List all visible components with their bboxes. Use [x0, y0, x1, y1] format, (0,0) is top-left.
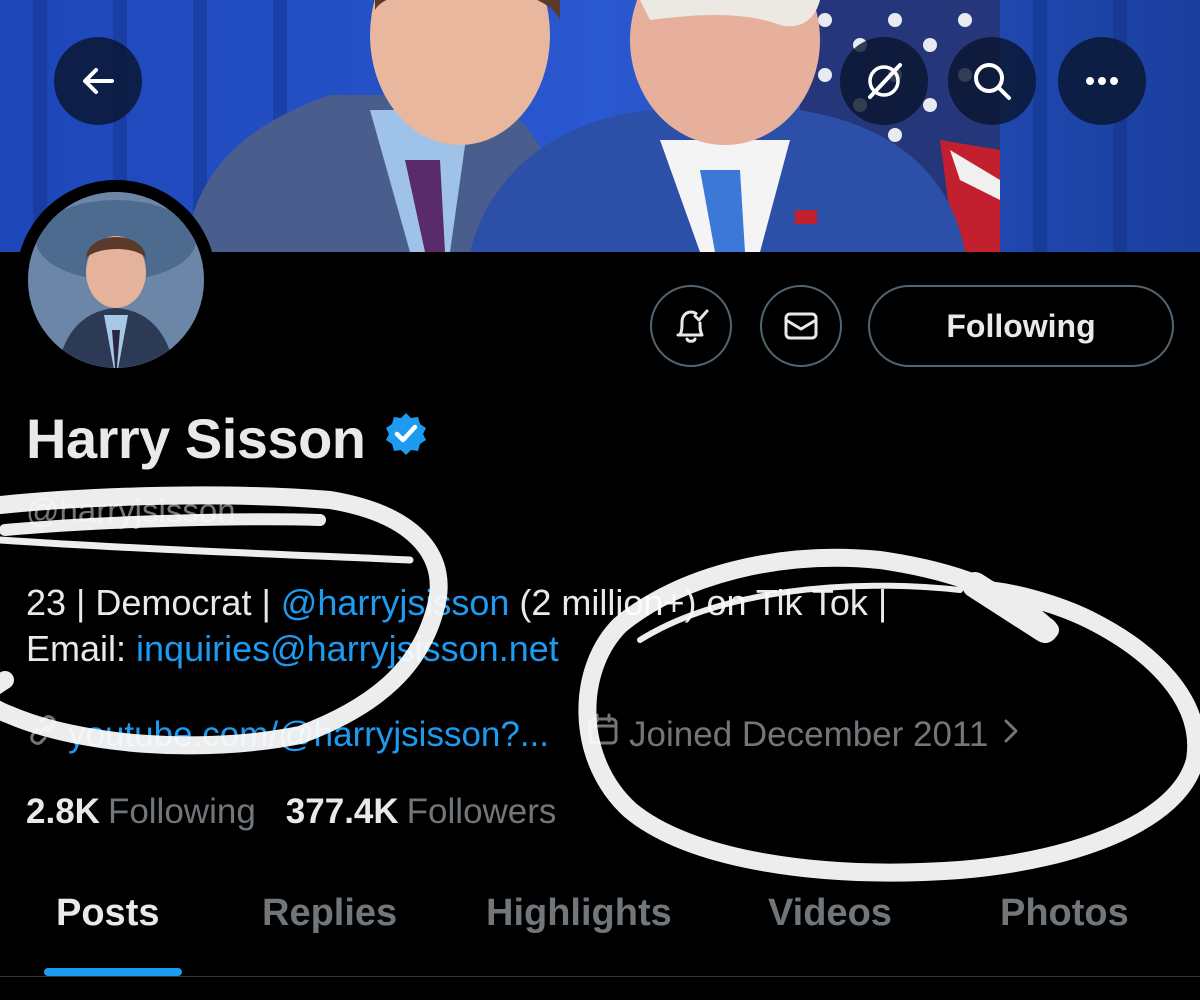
tab-photos[interactable]: Photos — [1000, 892, 1129, 935]
tab-posts[interactable]: Posts — [56, 892, 159, 935]
bio-email-link[interactable]: inquiries@harryjsisson.net — [136, 628, 559, 669]
website-link[interactable]: youtube.com/@harryjsisson?... — [68, 715, 549, 755]
profile-tabs: Posts Replies Highlights Videos Photos — [0, 868, 1200, 976]
display-name: Harry Sisson — [26, 407, 366, 470]
arrow-left-icon — [83, 68, 114, 94]
bio-text: (2 million+) on Tik Tok | — [509, 582, 888, 623]
chevron-right-icon — [1000, 715, 1022, 755]
verified-badge-icon[interactable] — [382, 406, 430, 471]
joined-date[interactable]: Joined December 2011 — [585, 712, 1022, 757]
profile-meta: youtube.com/@harryjsisson?... Joined Dec… — [26, 712, 1022, 757]
tab-replies[interactable]: Replies — [262, 892, 397, 935]
followers-stat[interactable]: 377.4K Followers — [286, 792, 557, 832]
following-label: Following — [107, 792, 256, 831]
calendar-icon — [585, 712, 621, 757]
link-icon — [26, 713, 60, 756]
bio-email-label: Email: — [26, 628, 137, 669]
active-tab-indicator — [44, 968, 182, 976]
profile-avatar[interactable] — [16, 180, 216, 380]
envelope-icon — [784, 312, 818, 340]
back-button[interactable] — [54, 37, 142, 125]
joined-text: Joined December 2011 — [629, 714, 989, 754]
more-options-button[interactable] — [1058, 37, 1146, 125]
following-count: 2.8K — [26, 792, 100, 831]
message-button[interactable] — [760, 285, 842, 367]
followers-label: Followers — [406, 792, 557, 831]
tabs-divider — [0, 976, 1200, 977]
tab-videos[interactable]: Videos — [768, 892, 892, 935]
notifications-button[interactable] — [650, 285, 732, 367]
bio-text: 23 | Democrat | — [26, 582, 281, 623]
avatar-photo — [16, 180, 216, 380]
more-horizontal-icon — [1086, 77, 1118, 85]
bio-line-1: 23 | Democrat | @harryjsisson (2 million… — [26, 580, 887, 626]
grok-button[interactable] — [840, 37, 928, 125]
bio-mention-link[interactable]: @harryjsisson — [281, 582, 510, 623]
profile-bio: 23 | Democrat | @harryjsisson (2 million… — [26, 580, 887, 672]
tab-highlights[interactable]: Highlights — [486, 892, 672, 935]
follow-stats: 2.8K Following 377.4K Followers — [26, 792, 586, 832]
bell-check-icon — [676, 309, 709, 343]
following-stat[interactable]: 2.8K Following — [26, 792, 256, 832]
grok-icon — [868, 63, 902, 99]
search-button[interactable] — [948, 37, 1036, 125]
followers-count: 377.4K — [285, 792, 399, 831]
bio-line-2: Email: inquiries@harryjsisson.net — [26, 626, 887, 672]
following-button[interactable]: Following — [868, 285, 1174, 367]
search-icon — [974, 63, 1011, 100]
profile-name-row: Harry Sisson — [26, 406, 430, 471]
username-handle: @harryjsisson — [26, 492, 236, 529]
